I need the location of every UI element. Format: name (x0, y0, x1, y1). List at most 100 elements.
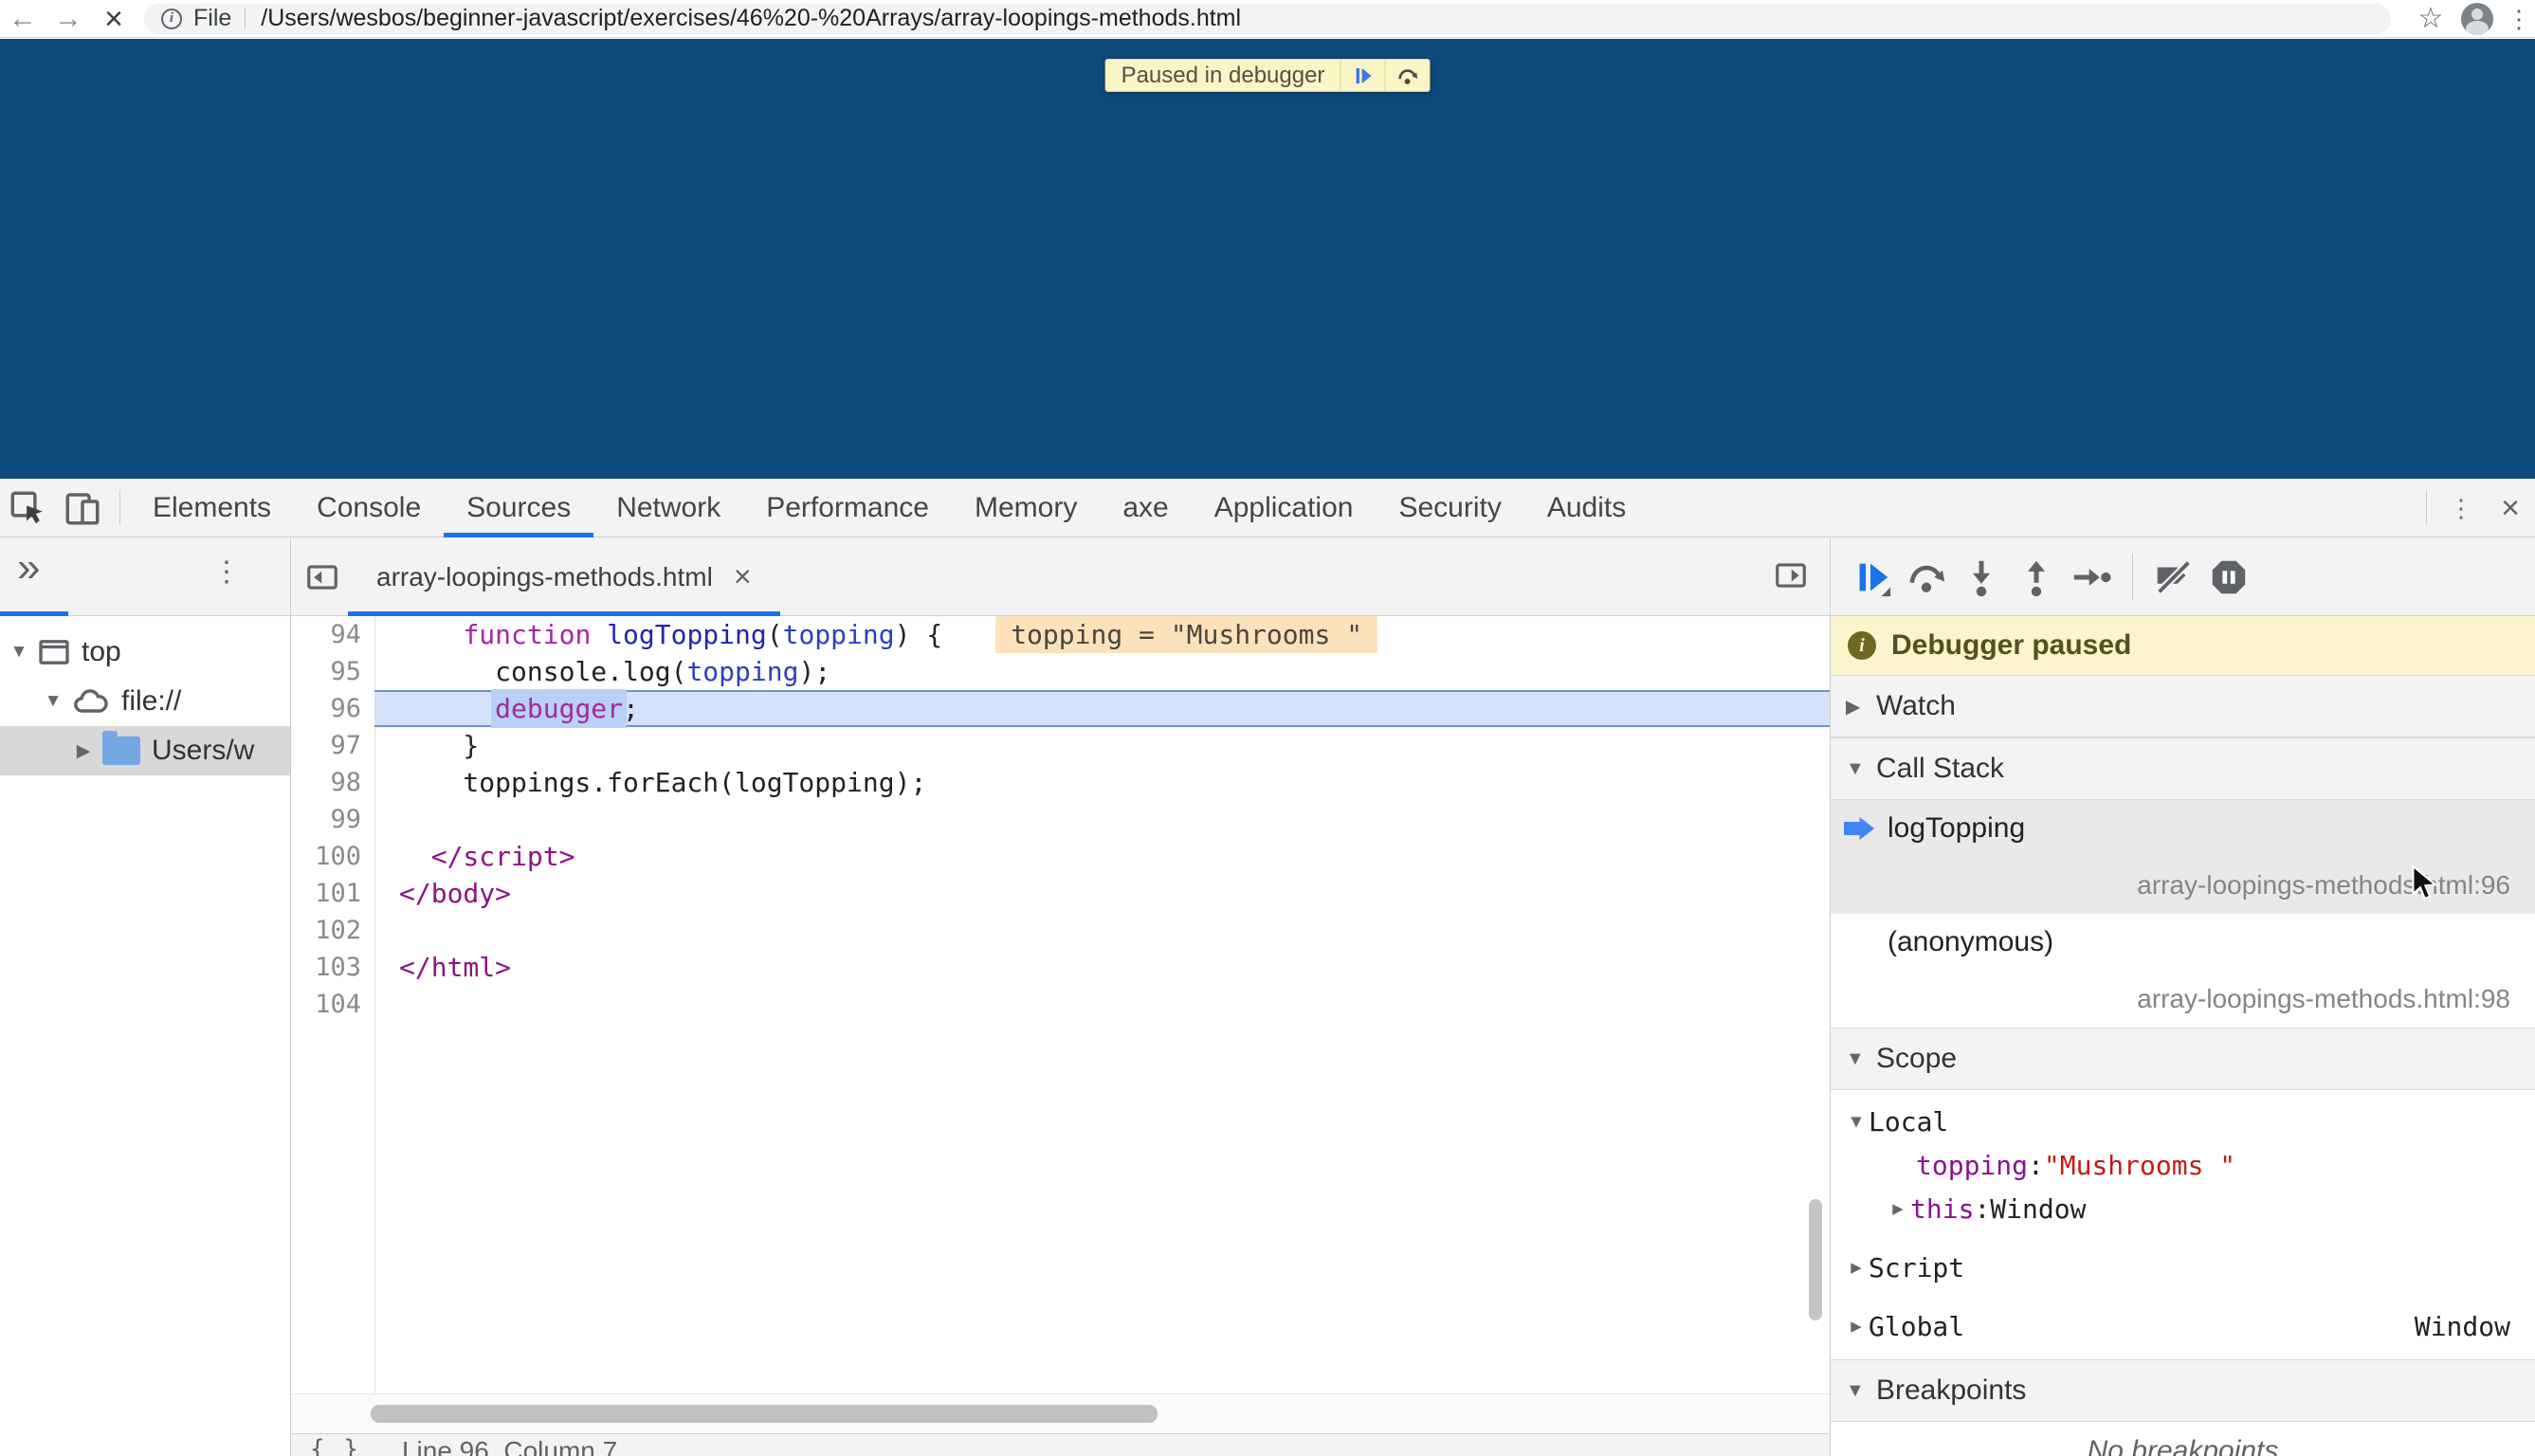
tree-item-file-scheme[interactable]: ▼ file:// (0, 677, 290, 726)
step-over-icon (1905, 555, 1948, 599)
caret-right-icon[interactable]: ▶ (1886, 1198, 1910, 1219)
toast-step-over-button[interactable] (1385, 60, 1429, 91)
resume-button[interactable] (1844, 550, 1899, 605)
code-row: 101</body> (291, 875, 1830, 912)
call-stack-frame[interactable]: (anonymous)array-loopings-methods.html:9… (1831, 914, 2535, 1028)
back-icon[interactable]: ← (0, 0, 46, 38)
tab-audits[interactable]: Audits (1524, 479, 1649, 537)
editor-file-tab[interactable]: array-loopings-methods.html × (348, 538, 780, 615)
line-number[interactable]: 103 (291, 949, 374, 986)
code-line[interactable]: </body> (374, 875, 1830, 912)
line-number[interactable]: 100 (291, 838, 374, 875)
section-breakpoints[interactable]: ▼ Breakpoints (1831, 1359, 2535, 1422)
paused-in-debugger-toast: Paused in debugger (1105, 59, 1431, 92)
line-number[interactable]: 101 (291, 875, 374, 912)
inspect-element-button[interactable] (0, 479, 55, 537)
caret-down-icon[interactable]: ▼ (42, 691, 64, 712)
caret-right-icon[interactable]: ▶ (1846, 695, 1872, 719)
toast-resume-button[interactable] (1340, 60, 1384, 91)
code-line[interactable]: } (374, 727, 1830, 764)
section-watch[interactable]: ▶ Watch (1831, 675, 2535, 737)
line-number[interactable]: 98 (291, 764, 374, 801)
tab-network[interactable]: Network (593, 479, 743, 537)
page-viewport: Paused in debugger (0, 39, 2535, 479)
avatar[interactable] (2461, 3, 2493, 35)
devtools-menu-icon[interactable]: ⋮ (2436, 479, 2486, 537)
code-line[interactable]: console.log(topping); (374, 653, 1830, 690)
devtools-close-icon[interactable]: × (2486, 479, 2535, 537)
line-number[interactable]: 102 (291, 912, 374, 949)
step-button[interactable] (2064, 550, 2119, 605)
line-number[interactable]: 96 (291, 690, 374, 727)
tab-application[interactable]: Application (1192, 479, 1377, 537)
step-out-button[interactable] (2009, 550, 2064, 605)
caret-down-icon[interactable]: ▼ (8, 642, 30, 663)
scope-var-this[interactable]: ▶ this: Window (1831, 1187, 2535, 1230)
step-into-button[interactable] (1954, 550, 2009, 605)
code-line[interactable] (374, 986, 1830, 1023)
tab-axe[interactable]: axe (1100, 479, 1191, 537)
line-number[interactable]: 99 (291, 801, 374, 838)
tab-close-icon[interactable]: × (734, 559, 752, 594)
section-scope[interactable]: ▼ Scope (1831, 1028, 2535, 1090)
horizontal-scrollbar-thumb[interactable] (371, 1405, 1158, 1423)
code-line[interactable]: function logTopping(topping) {topping = … (374, 616, 1830, 653)
tab-console[interactable]: Console (294, 479, 444, 537)
tree-item-top[interactable]: ▼ top (0, 628, 290, 677)
caret-right-icon[interactable]: ▶ (72, 740, 95, 762)
caret-down-icon[interactable]: ▼ (1844, 1111, 1869, 1132)
line-number[interactable]: 97 (291, 727, 374, 764)
caret-right-icon[interactable]: ▶ (1844, 1257, 1869, 1278)
code-row: 95 console.log(topping); (291, 653, 1830, 690)
pause-on-exceptions-button[interactable] (2201, 550, 2256, 605)
scope-group-local[interactable]: ▼ Local (1831, 1100, 2535, 1143)
forward-icon[interactable]: → (46, 0, 91, 38)
resume-icon (1351, 64, 1374, 87)
editor-horizontal-scrollbar[interactable] (291, 1393, 1830, 1433)
line-number[interactable]: 95 (291, 653, 374, 690)
stop-icon[interactable]: × (91, 0, 137, 38)
var-value: Window (1990, 1193, 2086, 1225)
scope-group-script[interactable]: ▶ Script (1831, 1246, 2535, 1289)
code-line[interactable]: </script> (374, 838, 1830, 875)
open-file-panel-button[interactable] (1773, 557, 1809, 593)
frame-location-link[interactable]: array-loopings-methods.html:98 (1831, 971, 2535, 1028)
caret-down-icon[interactable]: ▼ (1846, 1380, 1872, 1402)
line-number[interactable]: 94 (291, 616, 374, 653)
frame-name[interactable]: (anonymous) (1831, 914, 2535, 971)
navigator-active-tab-indicator (0, 611, 68, 616)
pretty-print-button[interactable]: { } (310, 1435, 360, 1456)
tab-sources[interactable]: Sources (444, 479, 593, 537)
scope-group-global[interactable]: ▶ Global Window (1831, 1304, 2535, 1348)
tab-memory[interactable]: Memory (952, 479, 1100, 537)
execution-line[interactable]: debugger; (374, 690, 1830, 727)
bookmark-star-icon[interactable]: ☆ (2410, 2, 2452, 35)
tab-security[interactable]: Security (1376, 479, 1523, 537)
call-stack-list: logToppingarray-loopings-methods.html:96… (1831, 800, 2535, 1028)
tab-performance[interactable]: Performance (743, 479, 952, 537)
step-over-button[interactable] (1899, 550, 1954, 605)
url-bar[interactable]: i File /Users/wesbos/beginner-javascript… (144, 4, 2391, 34)
tab-elements[interactable]: Elements (130, 479, 294, 537)
caret-right-icon[interactable]: ▶ (1844, 1316, 1869, 1337)
code-line[interactable]: </html> (374, 949, 1830, 986)
editor-vertical-scrollbar[interactable] (1809, 1199, 1822, 1320)
more-tabs-icon[interactable]: » (17, 544, 40, 592)
device-toolbar-button[interactable] (55, 479, 110, 537)
code-line[interactable] (374, 801, 1830, 838)
navigator-menu-icon[interactable]: ⋮ (212, 555, 241, 589)
code-line[interactable]: toppings.forEach(logTopping); (374, 764, 1830, 801)
frame-name[interactable]: logTopping (1831, 800, 2535, 857)
caret-down-icon[interactable]: ▼ (1846, 1048, 1872, 1070)
hide-navigator-button[interactable] (304, 559, 340, 595)
section-call-stack[interactable]: ▼ Call Stack (1831, 737, 2535, 800)
site-info-icon[interactable]: i (161, 9, 182, 29)
deactivate-breakpoints-button[interactable] (2146, 550, 2201, 605)
tree-item-users-folder[interactable]: ▶ Users/w (0, 726, 290, 775)
code-line[interactable] (374, 912, 1830, 949)
line-number[interactable]: 104 (291, 986, 374, 1023)
caret-down-icon[interactable]: ▼ (1846, 758, 1872, 780)
no-breakpoints-message: No breakpoints (1831, 1422, 2535, 1456)
code-editor[interactable]: 94 function logTopping(topping) {topping… (291, 616, 1830, 1393)
browser-menu-icon[interactable]: ⋮ (2503, 0, 2535, 38)
